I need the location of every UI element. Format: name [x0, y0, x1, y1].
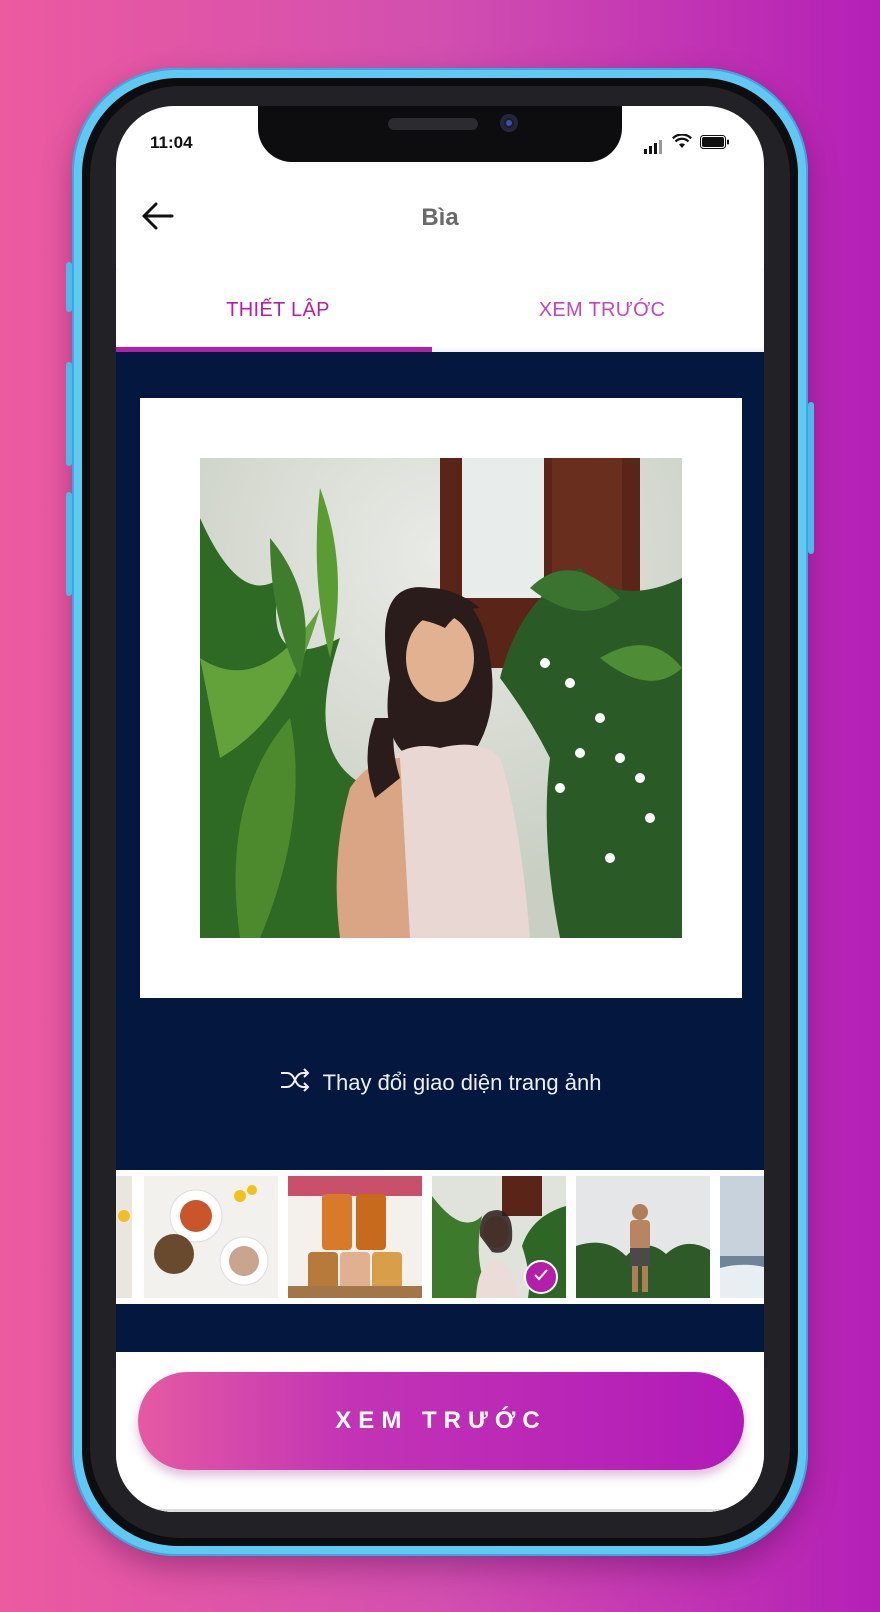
thumbnail-item[interactable]	[288, 1176, 422, 1298]
battery-icon	[700, 135, 730, 154]
cover-photo[interactable]	[200, 458, 682, 938]
thumbnail-item[interactable]	[720, 1176, 764, 1298]
thumbnail-item[interactable]	[576, 1176, 710, 1298]
thumbnail-item[interactable]	[116, 1176, 132, 1298]
bottom-action-bar: XEM TRƯỚC	[116, 1352, 764, 1512]
change-layout-button[interactable]: Thay đổi giao diện trang ảnh	[116, 1068, 764, 1098]
wifi-icon	[672, 133, 692, 154]
side-button	[66, 492, 72, 596]
change-layout-label: Thay đổi giao diện trang ảnh	[322, 1070, 602, 1095]
main-content: Thay đổi giao diện trang ảnh	[116, 352, 764, 1352]
page-title: Bìa	[421, 204, 459, 231]
tab-preview[interactable]: XEM TRƯỚC	[440, 268, 764, 352]
tab-setup[interactable]: THIẾT LẬP	[116, 268, 440, 352]
cover-page-card[interactable]	[140, 398, 742, 998]
app-header: Bìa	[116, 174, 764, 269]
shuffle-icon	[279, 1068, 311, 1098]
side-button	[808, 402, 814, 554]
status-time: 11:04	[150, 133, 193, 152]
tab-bar: THIẾT LẬP XEM TRƯỚC	[116, 268, 764, 352]
status-icons	[644, 133, 730, 154]
preview-button[interactable]: XEM TRƯỚC	[138, 1372, 744, 1470]
selected-check-badge	[524, 1260, 558, 1294]
camera	[500, 114, 518, 132]
phone-screen: 11:04 Bìa THIẾT LẬP XEM TRƯỚC Thay đổi g…	[116, 106, 764, 1512]
thumbnail-item[interactable]	[144, 1176, 278, 1298]
side-button	[66, 262, 72, 312]
photo-thumbnail-strip[interactable]	[116, 1170, 764, 1304]
signal-icon	[644, 140, 664, 154]
bottom-divider	[116, 1509, 764, 1512]
check-icon	[534, 1268, 548, 1286]
notch	[258, 106, 622, 162]
side-button	[66, 362, 72, 466]
thumbnail-item[interactable]	[432, 1176, 566, 1298]
speaker	[388, 118, 478, 130]
